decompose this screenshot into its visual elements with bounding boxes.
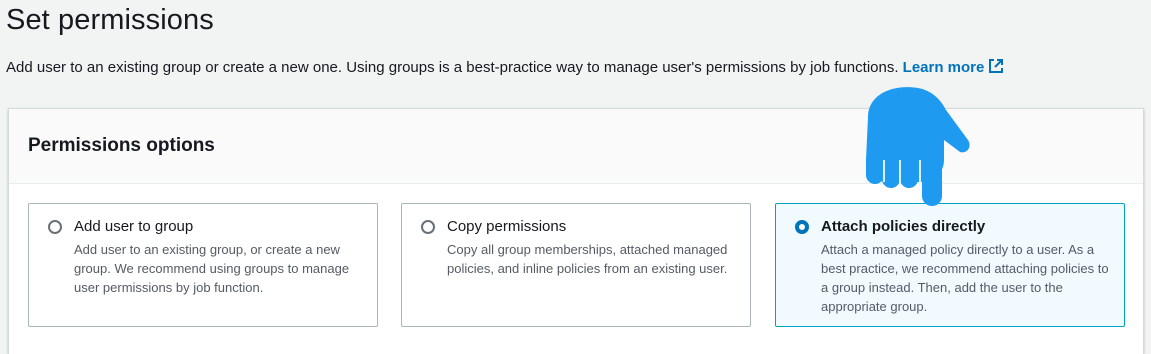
option-copy-permissions[interactable]: Copy permissions Copy all group membersh… bbox=[401, 203, 751, 327]
learn-more-link[interactable]: Learn more bbox=[903, 59, 1005, 76]
permissions-options-title: Permissions options bbox=[28, 135, 215, 156]
page-title: Set permissions bbox=[6, 4, 214, 36]
external-link-icon bbox=[988, 58, 1004, 78]
radio-copy-permissions[interactable] bbox=[421, 220, 435, 234]
radio-add-user-to-group[interactable] bbox=[48, 220, 62, 234]
page-description-text: Add user to an existing group or create … bbox=[6, 59, 899, 76]
option-description: Add user to an existing group, or create… bbox=[74, 242, 350, 295]
option-label: Add user to group bbox=[74, 218, 194, 235]
learn-more-label: Learn more bbox=[902, 59, 985, 76]
option-description: Copy all group memberships, attached man… bbox=[447, 242, 728, 276]
option-label: Attach policies directly bbox=[821, 218, 986, 235]
option-add-user-to-group[interactable]: Add user to group Add user to an existin… bbox=[28, 203, 378, 327]
option-label: Copy permissions bbox=[447, 218, 567, 235]
page-description: Add user to an existing group or create … bbox=[6, 58, 1004, 78]
option-description: Attach a managed policy directly to a us… bbox=[821, 242, 1109, 314]
radio-attach-policies-directly[interactable] bbox=[795, 220, 809, 234]
hand-pointer-icon bbox=[858, 82, 978, 212]
option-attach-policies-directly[interactable]: Attach policies directly Attach a manage… bbox=[775, 203, 1125, 327]
